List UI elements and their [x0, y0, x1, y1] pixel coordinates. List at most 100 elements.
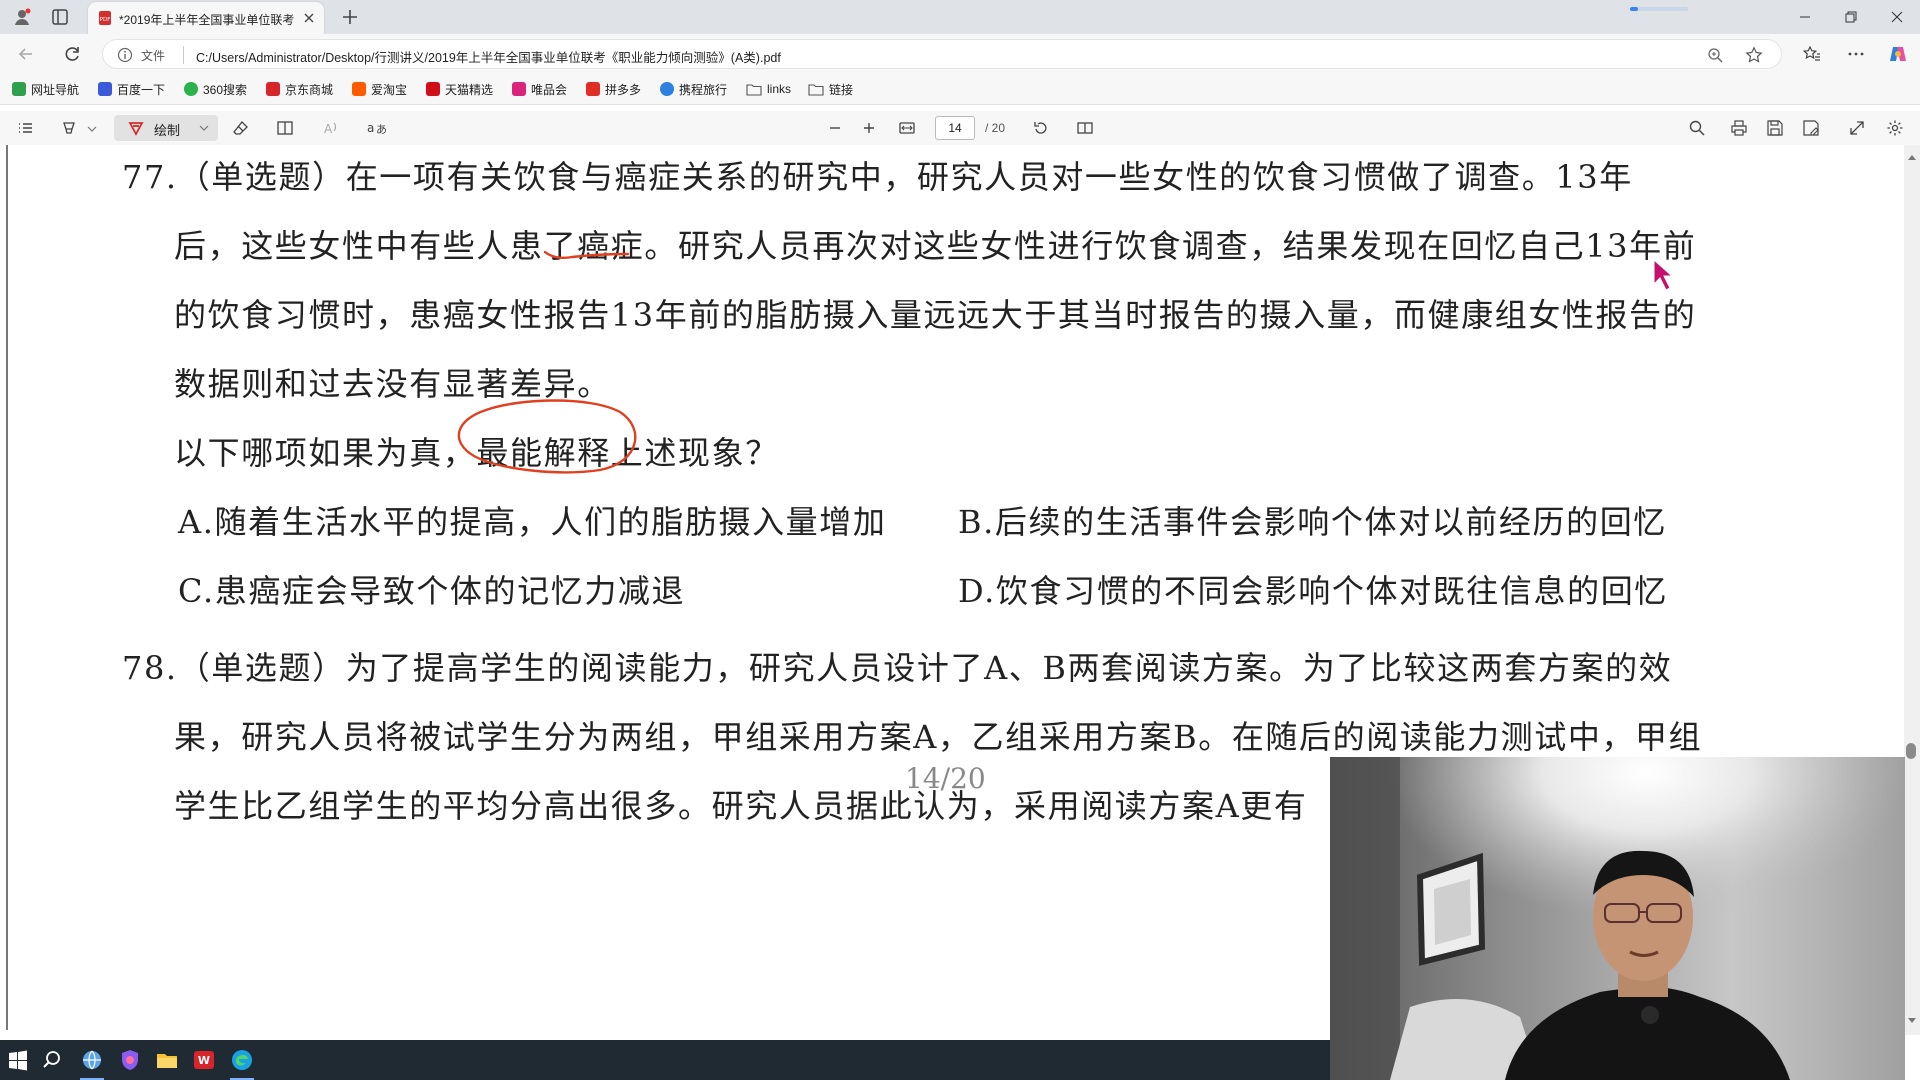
refresh-icon[interactable]: [62, 44, 82, 64]
bookmark-folder-links-cn[interactable]: 链接: [808, 81, 853, 97]
svg-text:W: W: [198, 1054, 210, 1067]
url-scheme-label: 文件: [141, 49, 166, 63]
scrollbar-thumb[interactable]: [1906, 743, 1916, 759]
favorites-icon[interactable]: [1802, 44, 1822, 64]
close-icon: [1891, 11, 1903, 23]
bookmark-folder-links[interactable]: links: [746, 81, 791, 97]
bookmark-favicon-icon: [12, 82, 26, 96]
bookmark-favicon-icon: [512, 82, 526, 96]
bookmark-5[interactable]: 天猫精选: [426, 81, 493, 97]
svg-text:a: a: [367, 121, 374, 135]
restore-button[interactable]: [1828, 0, 1874, 34]
chevron-down-icon[interactable]: [198, 120, 210, 136]
pdf-toolbar: 绘制 A a あ 14 / 20: [0, 111, 1920, 146]
windows-start-icon[interactable]: [6, 1048, 30, 1072]
eraser-icon[interactable]: [232, 119, 250, 137]
bookmark-favicon-icon: [266, 82, 280, 96]
close-tab-icon[interactable]: [302, 11, 316, 25]
minimize-icon: [1800, 16, 1810, 18]
minimize-button[interactable]: [1782, 0, 1828, 34]
bookmark-label: 链接: [829, 82, 854, 97]
bookmark-0[interactable]: 网址导航: [12, 81, 79, 97]
back-arrow-icon[interactable]: [16, 44, 36, 64]
question-77-line-2: 后，这些女性中有些人患了癌症。研究人员再次对这些女性进行饮食调查，结果发现在回忆…: [174, 227, 1697, 265]
tab-strip: PDF *2019年上半年全国事业单位联考: [0, 0, 1920, 34]
tab-activity-indicator: [1630, 7, 1688, 11]
address-bar-row: 文件 C:/Users/Administrator/Desktop/行测讲义/2…: [0, 34, 1920, 74]
search-icon[interactable]: [42, 1048, 66, 1072]
bookmark-label: 唯品会: [531, 82, 568, 97]
bookmark-1[interactable]: 百度一下: [98, 81, 165, 97]
app-shield-icon[interactable]: [118, 1048, 142, 1072]
bookmarks-bar: 网址导航 百度一下 360搜索 京东商城 爱淘宝 天猫精选 唯品会 拼多多 携程…: [0, 74, 1920, 105]
tab-title: *2019年上半年全国事业单位联考: [119, 13, 295, 27]
bookmark-2[interactable]: 360搜索: [184, 81, 247, 97]
bookmark-favicon-icon: [586, 82, 600, 96]
rotate-icon[interactable]: [1032, 119, 1050, 137]
bookmark-7[interactable]: 拼多多: [586, 81, 641, 97]
expand-icon[interactable]: [1848, 119, 1866, 137]
zoom-icon[interactable]: [1707, 47, 1723, 63]
bookmark-8[interactable]: 携程旅行: [660, 81, 727, 97]
bookmark-3[interactable]: 京东商城: [266, 81, 333, 97]
option-c: C.患癌症会导致个体的记忆力减退: [178, 572, 686, 610]
new-tab-icon[interactable]: [340, 7, 360, 27]
chevron-down-icon[interactable]: [86, 119, 98, 137]
question-77-prompt: 以下哪项如果为真，最能解释上述现象？: [174, 434, 779, 472]
url-separator: [183, 46, 184, 64]
file-explorer-icon[interactable]: [155, 1048, 179, 1072]
close-window-button[interactable]: [1874, 0, 1920, 34]
save-icon[interactable]: [1766, 119, 1784, 137]
question-77-line-1: 77.（单选题）在一项有关饮食与癌症关系的研究中，研究人员对一些女性的饮食习惯做…: [122, 158, 1633, 196]
fit-to-width-icon[interactable]: [898, 119, 916, 137]
two-page-view-icon[interactable]: [1076, 119, 1094, 137]
option-d: D.饮食习惯的不同会影响个体对既往信息的回忆: [958, 572, 1668, 610]
zoom-in-icon[interactable]: [860, 119, 878, 137]
translate-icon[interactable]: a あ: [366, 119, 388, 137]
url-field[interactable]: 文件 C:/Users/Administrator/Desktop/行测讲义/2…: [102, 39, 1782, 69]
settings-gear-icon[interactable]: [1886, 119, 1904, 137]
info-icon[interactable]: [117, 47, 133, 63]
highlight-icon[interactable]: [60, 119, 78, 137]
browser-globe-icon[interactable]: [80, 1048, 104, 1072]
question-77-line-4: 数据则和过去没有显著差异。: [174, 365, 611, 403]
page-number-input[interactable]: 14: [935, 116, 975, 140]
bookmark-label: links: [767, 82, 792, 96]
option-b: B.后续的生活事件会影响个体对以前经历的回忆: [958, 503, 1667, 541]
page-view-icon[interactable]: [276, 119, 294, 137]
profile-icon[interactable]: [12, 7, 32, 27]
svg-text:PDF: PDF: [100, 17, 111, 23]
table-of-contents-icon[interactable]: [16, 119, 34, 137]
tab-pdf-document[interactable]: PDF *2019年上半年全国事业单位联考: [88, 2, 324, 34]
edge-browser-icon[interactable]: [230, 1048, 254, 1072]
bookmark-favicon-icon: [98, 82, 112, 96]
draw-pen-icon: [128, 122, 144, 136]
question-77-line-3: 的饮食习惯时，患癌女性报告13年前的脂肪摄入量远远大于其当时报告的摄入量，而健康…: [174, 296, 1697, 334]
svg-text:A: A: [324, 122, 333, 136]
bookmark-4[interactable]: 爱淘宝: [352, 81, 407, 97]
favorite-star-icon[interactable]: [1745, 46, 1763, 64]
zoom-out-icon[interactable]: [826, 119, 844, 137]
search-icon[interactable]: [1688, 119, 1706, 137]
vertical-scrollbar[interactable]: [1904, 145, 1920, 1035]
scroll-up-icon[interactable]: [1907, 153, 1917, 161]
bookmark-favicon-icon: [426, 82, 440, 96]
folder-icon: [808, 84, 824, 96]
page-total: / 20: [985, 121, 1006, 135]
window-controls: [1782, 0, 1920, 34]
read-aloud-icon[interactable]: A: [322, 119, 340, 137]
save-as-icon[interactable]: [1802, 119, 1820, 137]
more-options-icon[interactable]: [1846, 44, 1866, 64]
scroll-down-icon[interactable]: [1907, 1017, 1917, 1025]
bookmark-label: 爱淘宝: [371, 82, 408, 97]
copilot-icon[interactable]: [1888, 44, 1908, 64]
wps-office-icon[interactable]: W: [192, 1048, 216, 1072]
tab-actions-icon[interactable]: [50, 7, 70, 27]
bookmark-6[interactable]: 唯品会: [512, 81, 567, 97]
draw-button[interactable]: 绘制: [114, 115, 218, 141]
pdf-file-icon: PDF: [99, 11, 111, 25]
bookmark-label: 京东商城: [285, 82, 334, 97]
url-text[interactable]: C:/Users/Administrator/Desktop/行测讲义/2019…: [196, 47, 781, 66]
print-icon[interactable]: [1730, 119, 1748, 137]
bookmark-favicon-icon: [184, 82, 198, 96]
